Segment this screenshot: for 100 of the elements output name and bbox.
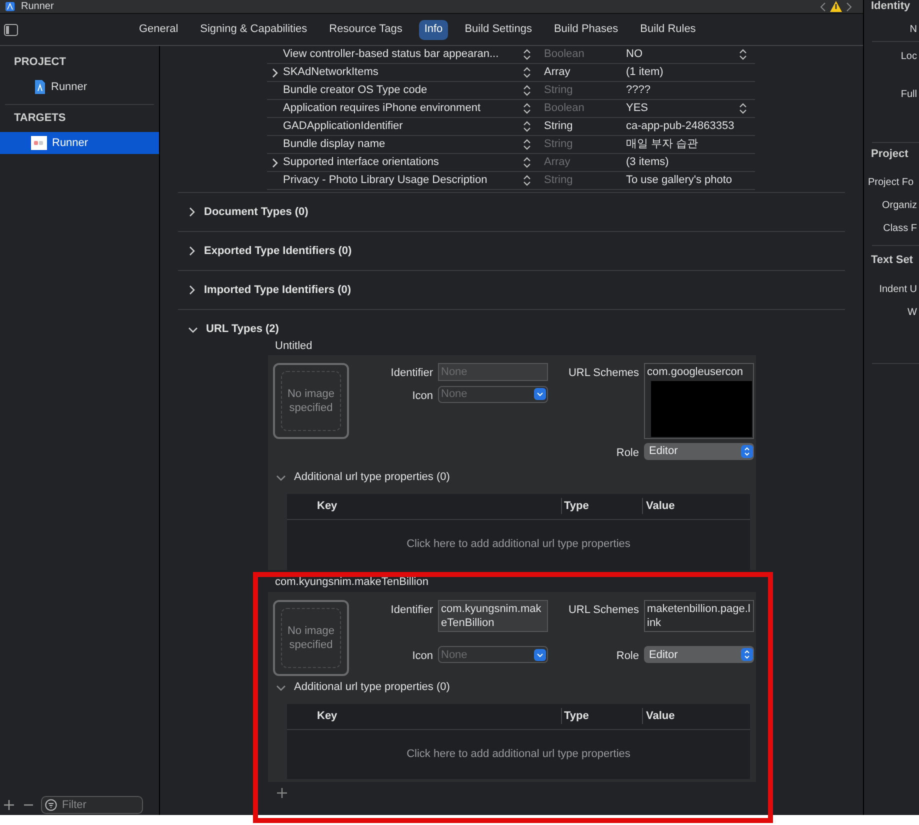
sidebar-toggle-icon[interactable] bbox=[4, 24, 18, 36]
url-schemes-field[interactable]: com.googleusercon bbox=[644, 363, 754, 439]
section-heading: Project bbox=[871, 148, 908, 161]
app-icon bbox=[5, 2, 15, 12]
stepper-icon[interactable] bbox=[522, 121, 532, 132]
field-label: Organiz bbox=[882, 200, 917, 212]
field-label: Loc bbox=[900, 51, 917, 63]
stepper-icon[interactable] bbox=[522, 85, 532, 96]
url-type-name: Untitled bbox=[275, 338, 312, 354]
disclosure-icon[interactable] bbox=[188, 285, 196, 295]
stepper-icon[interactable] bbox=[522, 67, 532, 78]
property-key: Supported interface orientations bbox=[283, 154, 439, 171]
stepper-icon[interactable] bbox=[738, 103, 748, 114]
section-title: URL Types (2) bbox=[206, 322, 279, 338]
disclosure-icon[interactable] bbox=[271, 68, 279, 78]
sidebar-item[interactable]: Runner bbox=[0, 76, 159, 98]
section-title: Document Types (0) bbox=[204, 204, 308, 220]
field-label: Icon bbox=[411, 388, 433, 404]
tab[interactable]: Build Rules bbox=[635, 20, 701, 40]
property-value: ca-app-pub-24863353 bbox=[626, 119, 734, 134]
section-heading: Identity bbox=[871, 0, 910, 13]
tab[interactable]: Resource Tags bbox=[324, 20, 408, 40]
property-type[interactable]: Array bbox=[544, 64, 614, 81]
property-key: Bundle display name bbox=[283, 136, 386, 153]
url-schemes-field[interactable]: maketenbillion.page.link bbox=[644, 600, 754, 632]
property-value: YES bbox=[626, 101, 648, 116]
column-header[interactable]: Type bbox=[561, 498, 642, 514]
warning-icon[interactable] bbox=[830, 1, 842, 12]
dropdown-icon bbox=[534, 648, 546, 661]
disclosure-icon[interactable] bbox=[188, 207, 196, 217]
identifier-field[interactable]: com.kyungsnim.makeTenBillion bbox=[438, 600, 548, 632]
tab[interactable]: Build Phases bbox=[548, 20, 624, 40]
property-key: GADApplicationIdentifier bbox=[283, 118, 403, 135]
disclosure-icon[interactable] bbox=[188, 246, 196, 256]
subsection-title: Additional url type properties (0) bbox=[294, 470, 450, 486]
add-icon[interactable] bbox=[277, 788, 287, 798]
subsection-title: Additional url type properties (0) bbox=[294, 680, 450, 696]
dropdown-icon bbox=[534, 388, 546, 400]
column-header[interactable]: Value bbox=[642, 498, 750, 514]
stepper-icon[interactable] bbox=[522, 103, 532, 114]
document-icon bbox=[34, 80, 46, 94]
field-label: Identifier bbox=[390, 366, 433, 381]
url-type-name: com.kyungsnim.makeTenBillion bbox=[275, 575, 428, 590]
column-header[interactable]: Key bbox=[287, 708, 561, 724]
tab[interactable]: Signing & Capabilities bbox=[195, 20, 312, 40]
field-label: URL Schemes bbox=[567, 602, 639, 618]
tab[interactable]: Info bbox=[419, 20, 448, 40]
section-heading: Text Set bbox=[871, 254, 913, 267]
tab[interactable]: Build Settings bbox=[460, 20, 537, 40]
section-title: Exported Type Identifiers (0) bbox=[204, 244, 352, 259]
property-value: ???? bbox=[626, 83, 650, 98]
field-label: Role bbox=[615, 446, 639, 461]
sidebar-item[interactable]: Runner bbox=[0, 132, 159, 154]
stepper-icon[interactable] bbox=[738, 49, 748, 60]
field-label: Identifier bbox=[390, 602, 433, 618]
image-well[interactable]: No image specified bbox=[281, 608, 341, 668]
column-header[interactable]: Key bbox=[287, 498, 561, 514]
field-label: Full bbox=[900, 89, 917, 101]
window-title: Runner bbox=[21, 0, 54, 12]
filter-field[interactable]: Filter bbox=[41, 796, 143, 814]
property-key: View controller-based status bar appearan... bbox=[283, 46, 499, 63]
image-well[interactable]: No image specified bbox=[281, 371, 341, 431]
section-heading: TARGETS bbox=[14, 111, 66, 126]
app-icon bbox=[31, 136, 47, 150]
field-label: N bbox=[910, 24, 917, 36]
empty-hint[interactable]: Click here to add additional url type properties bbox=[406, 746, 630, 762]
section-title: Imported Type Identifiers (0) bbox=[204, 282, 352, 298]
column-header[interactable]: Type bbox=[561, 708, 642, 724]
property-value: 매일 부자 습관 bbox=[626, 137, 698, 152]
stepper-icon[interactable] bbox=[522, 157, 532, 168]
disclosure-icon[interactable] bbox=[188, 326, 198, 334]
filter-icon bbox=[45, 799, 57, 811]
property-key: Application requires iPhone environment bbox=[283, 100, 481, 117]
field-label: URL Schemes bbox=[567, 366, 639, 381]
property-value: NO bbox=[626, 47, 642, 62]
tab[interactable]: General bbox=[134, 20, 184, 40]
property-key: SKAdNetworkItems bbox=[283, 64, 378, 81]
disclosure-icon[interactable] bbox=[271, 158, 279, 168]
field-label: Project Fo bbox=[868, 177, 914, 189]
field-label: W bbox=[908, 307, 917, 319]
forward-icon[interactable] bbox=[846, 2, 852, 12]
section-heading: PROJECT bbox=[14, 54, 66, 70]
property-type[interactable]: String bbox=[544, 118, 614, 135]
property-value: (1 item) bbox=[626, 65, 664, 80]
field-label: Class F bbox=[883, 223, 917, 235]
add-icon[interactable] bbox=[4, 800, 14, 810]
stepper-icon[interactable] bbox=[522, 139, 532, 150]
empty-hint[interactable]: Click here to add additional url type properties bbox=[406, 536, 630, 553]
field-label: Indent U bbox=[879, 284, 917, 296]
property-value: (3 items) bbox=[626, 155, 669, 170]
stepper-icon[interactable] bbox=[522, 175, 532, 186]
property-value: To use gallery's photo bbox=[626, 173, 732, 188]
role-popup[interactable]: Editor bbox=[644, 443, 754, 460]
field-label: Role bbox=[615, 649, 639, 664]
back-icon[interactable] bbox=[820, 2, 826, 12]
property-key: Privacy - Photo Library Usage Description bbox=[283, 172, 488, 189]
field-label: Icon bbox=[411, 649, 433, 664]
stepper-icon[interactable] bbox=[522, 49, 532, 60]
column-header[interactable]: Value bbox=[642, 708, 750, 724]
role-popup[interactable]: Editor bbox=[644, 646, 754, 664]
